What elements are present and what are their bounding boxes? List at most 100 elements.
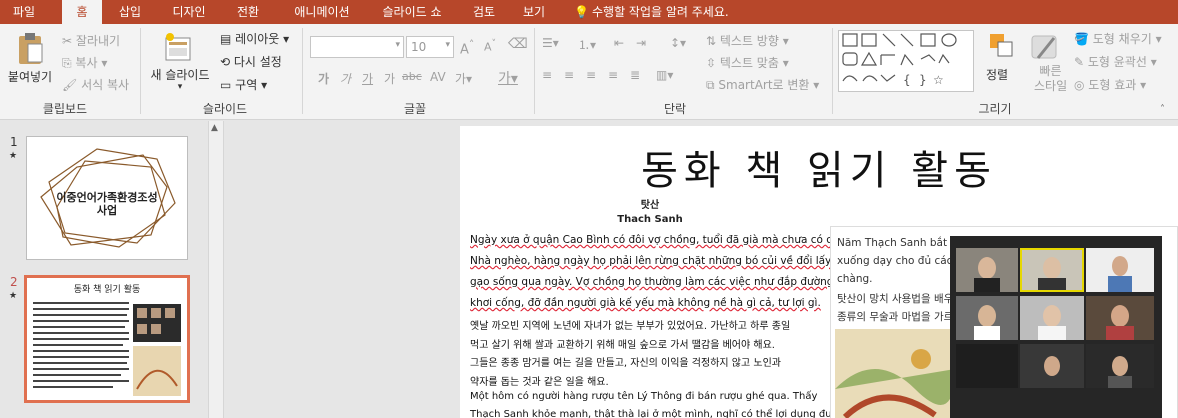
tab-review[interactable]: 검토	[464, 0, 504, 24]
bold-button[interactable]: 가	[318, 70, 329, 87]
smartart-button[interactable]: ⧉ SmartArt로 변환 ▾	[706, 76, 819, 93]
story-title-ko: 탓산	[640, 200, 660, 211]
paste-button[interactable]: 붙여넣기	[4, 32, 56, 94]
line-spacing-button[interactable]: ↕▾	[670, 36, 686, 50]
clipboard-group-label: 클립보드	[42, 102, 88, 116]
shape-outline-button[interactable]: ✎ 도형 윤곽선 ▾	[1074, 53, 1157, 70]
collapse-ribbon-icon[interactable]: ˄	[1160, 104, 1165, 115]
thumbnail-title: 이중언어가족환경조성 사업	[56, 191, 158, 217]
format-painter-label: 서식 복사	[81, 78, 130, 92]
participant-video[interactable]	[956, 344, 1018, 388]
copy-label: 복사	[75, 56, 98, 70]
layout-button[interactable]: ▤ 레이아웃 ▾	[220, 30, 289, 47]
char-spacing-button[interactable]: AV	[430, 70, 446, 84]
columns-button[interactable]: ▥▾	[656, 68, 673, 82]
tab-transitions[interactable]: 전환	[226, 0, 270, 24]
tab-home[interactable]: 홈	[62, 0, 102, 24]
tab-view[interactable]: 보기	[510, 0, 558, 24]
slide-thumbnail-1[interactable]: 이중언어가족환경조성 사업	[26, 136, 188, 260]
shapes-icon: {} ☆	[842, 33, 957, 87]
slide-title[interactable]: 동화 책 읽기 활동	[460, 138, 1178, 196]
arrange-button[interactable]	[988, 32, 1016, 63]
cut-label: 잘라내기	[75, 34, 121, 48]
text-direction-button[interactable]: ⇅ 텍스트 방향 ▾	[706, 32, 789, 49]
decrease-indent-button[interactable]: ⇤	[614, 36, 624, 50]
section-button[interactable]: ▭ 구역 ▾	[220, 76, 267, 93]
align-center-button[interactable]: ≡	[564, 68, 574, 82]
arrange-label: 정렬	[986, 68, 1009, 82]
format-painter-button[interactable]: 🖌 서식 복사	[62, 76, 129, 93]
story-line: 먹고 살기 위해 쌀과 교환하기 위해 매일 숲으로 가서 땔감을 베어야 해요…	[470, 340, 775, 351]
participant-video[interactable]	[956, 296, 1018, 340]
change-case-label: 가	[455, 72, 467, 86]
align-right-button[interactable]: ≡	[586, 68, 596, 82]
slide-number: 1	[10, 135, 18, 149]
grow-font-button[interactable]: A˄	[460, 38, 474, 57]
slides-group-label: 슬라이드	[202, 102, 248, 116]
shape-effects-label: 도형 효과	[1088, 78, 1137, 92]
right-line: xuống dạy cho đủ các m	[837, 255, 966, 267]
participant-video[interactable]	[1086, 344, 1154, 388]
distribute-button[interactable]: ≣	[630, 68, 640, 82]
change-case-button[interactable]: 가▾	[455, 70, 472, 87]
shape-fill-label: 도형 채우기	[1092, 32, 1152, 46]
tab-design[interactable]: 디자인	[162, 0, 216, 24]
strikethrough-button[interactable]: abc	[402, 70, 422, 83]
underline-button[interactable]: 가	[362, 70, 373, 87]
participant-video[interactable]	[956, 248, 1018, 292]
svg-text:☆: ☆	[933, 73, 944, 87]
slide-thumbnail-2[interactable]: 동화 책 읽기 활동	[24, 275, 190, 403]
font-group-label: 글꼴	[403, 102, 427, 116]
tab-insert[interactable]: 삽입	[108, 0, 152, 24]
story-line: Một hôm có người hàng rượu tên Lý Thông …	[470, 391, 818, 402]
cut-button[interactable]: ✂ 잘라내기	[62, 32, 120, 49]
group-separator	[140, 28, 141, 114]
reset-button[interactable]: ⟲ 다시 설정	[220, 53, 282, 70]
font-size-input[interactable]: 10 ▾	[406, 36, 454, 58]
text-direction-label: 텍스트 방향	[719, 34, 779, 48]
thumbnail-scrollbar[interactable]: ▲	[208, 121, 224, 418]
new-slide-label: 새 슬라이드	[150, 68, 210, 82]
reset-label: 다시 설정	[233, 55, 282, 69]
tab-file[interactable]: 파일	[0, 0, 48, 24]
clear-format-icon[interactable]: ⌫	[508, 36, 528, 52]
increase-indent-button[interactable]: ⇥	[636, 36, 646, 50]
story-line: khơi cống, đỡ đần người già kế yếu mà kh…	[470, 297, 821, 309]
participant-video[interactable]	[1020, 296, 1084, 340]
story-line: Nhà nghèo, hàng ngày họ phải lên rừng ch…	[470, 255, 832, 267]
align-text-button[interactable]: ⇳ 텍스트 맞춤 ▾	[706, 54, 789, 71]
bullets-button[interactable]: ☰▾	[542, 36, 559, 50]
font-color-button[interactable]: 가▾	[498, 68, 518, 88]
star-icon: ★	[9, 291, 18, 301]
chevron-down-icon: ▾	[177, 82, 183, 92]
quick-styles-button[interactable]	[1030, 32, 1060, 65]
shapes-gallery[interactable]: {} ☆	[838, 30, 974, 92]
tab-animations[interactable]: 애니메이션	[280, 0, 364, 24]
participant-video[interactable]	[1020, 344, 1084, 388]
copy-button[interactable]: ⎘ 복사 ▾	[62, 54, 107, 71]
tell-me-box[interactable]: 수행할 작업을 알려 주세요.	[592, 0, 752, 24]
right-line: 탓산이 망치 사용법을 배우	[837, 293, 954, 305]
section-label: 구역	[235, 78, 258, 92]
clipboard-icon	[19, 33, 43, 64]
new-slide-button[interactable]: 새 슬라이드 ▾	[146, 32, 214, 94]
align-left-button[interactable]: ≡	[542, 68, 552, 82]
italic-button[interactable]: 가	[340, 70, 351, 87]
justify-button[interactable]: ≡	[608, 68, 618, 82]
shadow-button[interactable]: 가	[384, 70, 395, 87]
participant-video[interactable]	[1086, 248, 1154, 292]
participant-video-active[interactable]	[1020, 248, 1084, 292]
tab-slideshow[interactable]: 슬라이드 쇼	[370, 0, 454, 24]
participant-video[interactable]	[1086, 296, 1154, 340]
shape-effects-button[interactable]: ◎ 도형 효과 ▾	[1074, 76, 1146, 93]
ribbon-tab-bar: 파일 홈 삽입 디자인 전환 애니메이션 슬라이드 쇼 검토 보기 💡 수행할 …	[0, 0, 1178, 24]
shape-fill-button[interactable]: 🪣 도형 채우기 ▾	[1074, 30, 1162, 47]
paragraph-group-label: 단락	[663, 102, 687, 116]
video-call-overlay[interactable]	[950, 236, 1162, 418]
scroll-up-icon[interactable]: ▲	[211, 123, 218, 133]
font-size-value: 10	[411, 40, 427, 54]
numbering-button[interactable]: ⒈▾	[578, 36, 596, 53]
quick-styles-label: 빠른 스타일	[1034, 64, 1068, 93]
font-name-input[interactable]: ▾	[310, 36, 404, 58]
shrink-font-button[interactable]: A˅	[484, 38, 496, 54]
